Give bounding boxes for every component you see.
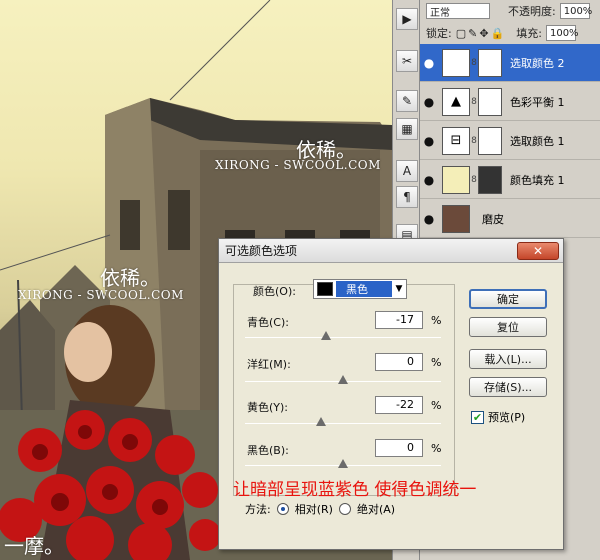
cyan-unit: % — [431, 314, 442, 327]
fill-input[interactable]: 100% — [545, 25, 579, 41]
selective-color-icon: ⊟ — [442, 48, 470, 77]
black-slider-thumb[interactable] — [338, 459, 348, 468]
color-swatch — [317, 282, 333, 296]
preview-checkbox[interactable]: ✔ 预览(P) — [471, 409, 525, 425]
cyan-slider-thumb[interactable] — [321, 331, 332, 340]
reset-button[interactable]: 复位 — [469, 317, 547, 337]
stamp-icon[interactable]: ▦ — [396, 118, 418, 140]
colors-value: 黑色 — [336, 281, 392, 297]
paragraph-icon[interactable]: ¶ — [396, 186, 418, 208]
close-button[interactable]: ✕ — [517, 242, 559, 260]
magenta-label: 洋红(M): — [247, 358, 291, 371]
layer-name: 磨皮 — [482, 212, 504, 226]
layer-row[interactable]: ● ⊟ 8 选取颜色 1 — [420, 122, 600, 160]
yellow-slider-thumb[interactable] — [316, 417, 327, 426]
magenta-input[interactable]: 0 — [375, 353, 423, 371]
eye-icon[interactable]: ● — [420, 212, 438, 226]
selective-color-dialog: 可选颜色选项 ✕ 颜色(O): 黑色 ▼ 青色(C): -17 % 洋红(M):… — [218, 238, 564, 550]
layer-mask-thumb[interactable] — [478, 126, 502, 155]
watermark-bottom: 一摩。 — [4, 534, 64, 558]
absolute-radio[interactable] — [338, 503, 351, 515]
ok-button[interactable]: 确定 — [469, 289, 547, 309]
fill-label: 填充: — [516, 27, 542, 40]
opacity-label: 不透明度: — [508, 5, 556, 18]
dialog-title: 可选颜色选项 — [225, 244, 298, 258]
character-icon[interactable]: A — [396, 160, 418, 182]
method-label: 方法: — [245, 503, 271, 516]
yellow-unit: % — [431, 399, 442, 412]
layer-name: 选取颜色 2 — [510, 56, 565, 70]
preview-label: 预览(P) — [488, 411, 526, 424]
chain-icon: 8 — [471, 96, 477, 107]
absolute-label: 绝对(A) — [356, 503, 396, 516]
colors-select[interactable]: 黑色 ▼ — [313, 279, 407, 299]
layer-row[interactable]: ● 8 颜色填充 1 — [420, 161, 600, 199]
layer-mask-thumb[interactable] — [478, 87, 502, 116]
photo-thumb — [442, 204, 470, 233]
blend-mode-select[interactable]: 正常 — [426, 3, 490, 19]
yellow-label: 黄色(Y): — [247, 401, 289, 414]
color-fill-icon — [442, 165, 470, 194]
cyan-label: 青色(C): — [247, 316, 289, 329]
brush-icon[interactable]: ✎ — [396, 90, 418, 112]
black-input[interactable]: 0 — [375, 439, 423, 457]
layer-name: 颜色填充 1 — [510, 173, 565, 187]
watermark-site-top: XIRONG - SWCOOL.COM — [215, 158, 381, 172]
watermark-site-mid: XIRONG - SWCOOL.COM — [18, 288, 184, 302]
color-balance-icon: ▲ — [442, 87, 470, 116]
yellow-input[interactable]: -22 — [375, 396, 423, 414]
relative-label: 相对(R) — [294, 503, 333, 516]
black-label: 黑色(B): — [247, 444, 289, 457]
chain-icon: 8 — [471, 135, 477, 146]
colors-label: 颜色(O): — [253, 285, 296, 298]
blend-opacity-row: 正常 不透明度: 100% — [420, 0, 600, 22]
lock-fill-row: 锁定: ▢✎✥🔒 填充: 100% — [420, 22, 600, 44]
chain-icon: 8 — [471, 174, 477, 185]
relative-radio[interactable] — [276, 503, 289, 515]
yellow-slider-track[interactable] — [245, 423, 441, 424]
layer-mask-thumb[interactable] — [478, 165, 502, 194]
watermark-name-mid: 依稀。 — [100, 266, 160, 290]
check-icon[interactable]: ✔ — [471, 410, 484, 424]
layer-row[interactable]: ● 磨皮 — [420, 200, 600, 238]
chevron-down-icon: ▼ — [395, 284, 403, 294]
layer-row[interactable]: ● ⊟ 8 选取颜色 2 — [420, 44, 600, 82]
play-icon[interactable]: ▶ — [396, 8, 418, 30]
save-button[interactable]: 存储(S)... — [469, 377, 547, 397]
eye-icon[interactable]: ● — [420, 56, 438, 70]
magenta-slider-thumb[interactable] — [338, 375, 348, 384]
layer-name: 选取颜色 1 — [510, 134, 565, 148]
layer-name: 色彩平衡 1 — [510, 95, 565, 109]
lock-icons[interactable]: ▢✎✥🔒 — [456, 27, 507, 40]
scissors-icon[interactable]: ✂ — [396, 50, 418, 72]
cyan-input[interactable]: -17 — [375, 311, 423, 329]
load-button[interactable]: 载入(L)... — [469, 349, 547, 369]
selective-color-icon: ⊟ — [442, 126, 470, 155]
dialog-titlebar[interactable]: 可选颜色选项 ✕ — [219, 239, 563, 263]
chain-icon: 8 — [471, 57, 477, 68]
eye-icon[interactable]: ● — [420, 173, 438, 187]
layer-row[interactable]: ● ▲ 8 色彩平衡 1 — [420, 83, 600, 121]
black-unit: % — [431, 442, 442, 455]
cyan-slider-track[interactable] — [245, 337, 441, 338]
opacity-input[interactable]: 100% — [559, 3, 592, 19]
method-row: 方法: 相对(R) 绝对(A) — [245, 501, 395, 517]
magenta-unit: % — [431, 356, 442, 369]
annotation-text: 让暗部呈现蓝紫色 使得色调统一 — [233, 480, 477, 500]
lock-label: 锁定: — [426, 27, 452, 40]
eye-icon[interactable]: ● — [420, 134, 438, 148]
layer-mask-thumb[interactable] — [478, 48, 502, 77]
eye-icon[interactable]: ● — [420, 95, 438, 109]
